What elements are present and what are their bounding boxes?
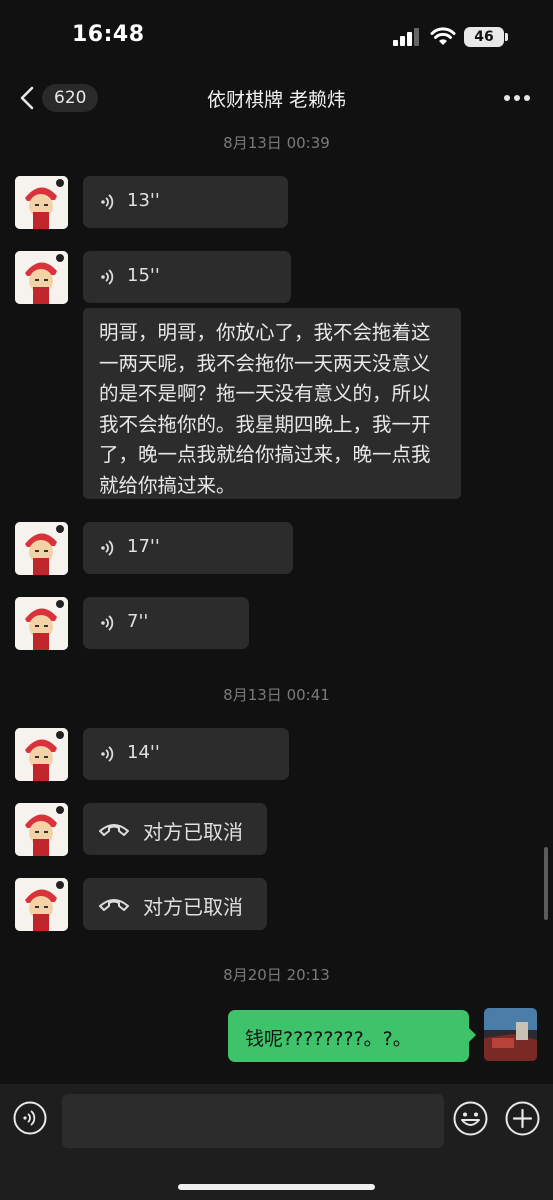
voice-message[interactable]: 17'' [83,522,293,574]
voice-transcript[interactable]: 明哥，明哥，你放心了，我不会拖着这一两天呢，我不会拖你一天两天没意义的是不是啊？… [83,308,461,499]
voice-duration: 17'' [127,536,160,557]
status-bar: 16:48 46 [0,0,553,72]
contact-avatar[interactable] [15,803,68,856]
clock: 16:48 [72,22,145,47]
voice-message[interactable]: 15'' [83,251,291,303]
back-chevron-icon[interactable] [18,86,36,110]
phone-hangup-icon [99,824,129,836]
unread-count-badge[interactable]: 620 [42,84,99,112]
voice-duration: 13'' [127,190,160,211]
message-input[interactable] [62,1094,444,1148]
voice-message[interactable]: 7'' [83,597,249,649]
timestamp: 8月13日 00:39 [223,134,330,152]
voice-message[interactable]: 13'' [83,176,288,228]
call-record[interactable]: 对方已取消 [83,878,267,930]
voice-wave-icon [101,615,114,631]
more-options-icon[interactable] [503,94,531,102]
chat-header: 620 依财棋牌 老赖炜 [0,76,553,120]
cellular-signal-icon [393,28,419,46]
voice-wave-icon [101,269,114,285]
contact-avatar[interactable] [15,251,68,304]
contact-avatar[interactable] [15,522,68,575]
emoji-icon[interactable] [453,1101,488,1136]
bubble-tail [469,1028,476,1042]
phone-hangup-icon [99,899,129,911]
timestamp: 8月20日 20:13 [223,966,330,984]
home-indicator[interactable] [178,1184,375,1190]
voice-wave-icon [101,194,114,210]
contact-avatar[interactable] [15,176,68,229]
voice-message[interactable]: 14'' [83,728,289,780]
message-text: 钱呢????????。?。 [245,1028,412,1050]
contact-avatar[interactable] [15,878,68,931]
chat-title: 依财棋牌 老赖炜 [206,89,347,111]
voice-wave-icon [101,746,114,762]
voice-wave-icon [101,540,114,556]
input-toolbar [0,1084,553,1200]
transcript-text: 明哥，明哥，你放心了，我不会拖着这一两天呢，我不会拖你一天两天没意义的是不是啊？… [99,321,431,497]
contact-avatar[interactable] [15,597,68,650]
battery-icon [505,33,508,41]
voice-duration: 7'' [127,611,149,632]
contact-avatar[interactable] [15,728,68,781]
voice-input-icon[interactable] [13,1101,47,1135]
call-status: 对方已取消 [143,895,243,919]
timestamp: 8月13日 00:41 [223,686,330,704]
wifi-icon [430,27,456,45]
call-record[interactable]: 对方已取消 [83,803,267,855]
voice-duration: 15'' [127,265,160,286]
plus-icon[interactable] [505,1101,540,1136]
scrollbar[interactable] [544,847,548,920]
call-status: 对方已取消 [143,820,243,844]
voice-duration: 14'' [127,742,160,763]
my-text-message[interactable]: 钱呢????????。?。 [228,1010,469,1062]
my-avatar[interactable] [484,1008,537,1061]
battery-level: 46 [464,27,504,47]
